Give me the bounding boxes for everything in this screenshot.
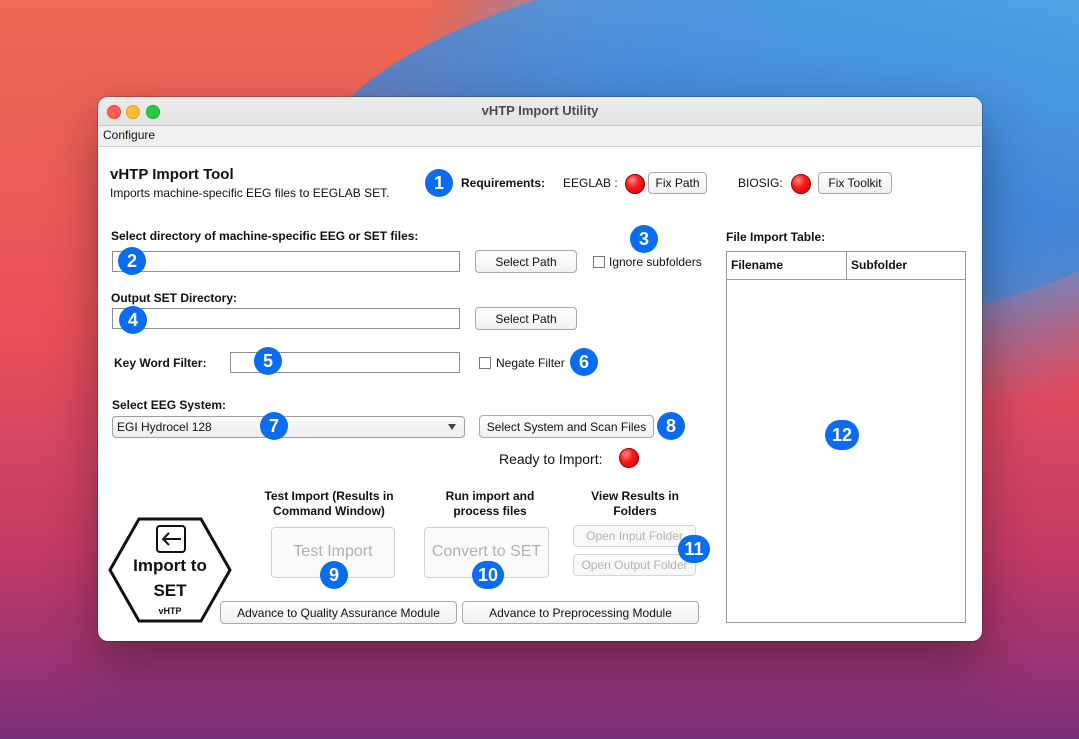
ready-status-indicator xyxy=(619,448,639,468)
negate-filter-label: Negate Filter xyxy=(496,356,565,370)
app-subtitle: Imports machine-specific EEG files to EE… xyxy=(110,186,390,200)
logo-line-2: SET xyxy=(153,581,187,600)
badge-9: 9 xyxy=(320,561,348,589)
output-dir-field[interactable] xyxy=(112,308,460,329)
test-import-header: Test Import (Results in Command Window) xyxy=(264,489,394,518)
advance-preprocessing-button[interactable]: Advance to Preprocessing Module xyxy=(462,601,699,624)
fix-toolkit-button[interactable]: Fix Toolkit xyxy=(818,172,892,194)
eeglab-label: EEGLAB : xyxy=(563,176,618,190)
badge-6: 6 xyxy=(570,348,598,376)
logo-line-1: Import to xyxy=(133,556,207,575)
badge-7: 7 xyxy=(260,412,288,440)
input-select-path-button[interactable]: Select Path xyxy=(475,250,577,273)
scan-files-button[interactable]: Select System and Scan Files xyxy=(479,415,654,438)
badge-8: 8 xyxy=(657,412,685,440)
badge-4: 4 xyxy=(119,306,147,334)
input-dir-field[interactable] xyxy=(112,251,460,272)
column-header-filename[interactable]: Filename xyxy=(727,252,847,279)
file-table-label: File Import Table: xyxy=(726,230,826,244)
ready-label: Ready to Import: xyxy=(499,451,603,467)
badge-1: 1 xyxy=(425,169,453,197)
table-header: Filename Subfolder xyxy=(727,252,965,280)
open-input-folder-button[interactable]: Open Input Folder xyxy=(573,525,696,547)
logo-line-3: vHTP xyxy=(158,606,182,616)
badge-2: 2 xyxy=(118,247,146,275)
view-results-header: View Results in Folders xyxy=(591,489,679,518)
eeg-system-selected: EGI Hydrocel 128 xyxy=(117,420,212,434)
title-bar: vHTP Import Utility xyxy=(98,97,982,126)
biosig-status-indicator xyxy=(791,174,811,194)
badge-12: 12 xyxy=(825,420,859,450)
open-output-folder-button[interactable]: Open Output Folder xyxy=(573,554,696,576)
eeglab-status-indicator xyxy=(625,174,645,194)
badge-5: 5 xyxy=(254,347,282,375)
biosig-label: BIOSIG: xyxy=(738,176,783,190)
menu-bar: Configure xyxy=(98,126,982,147)
input-dir-label: Select directory of machine-specific EEG… xyxy=(111,229,419,243)
import-to-set-logo: Import to SET vHTP xyxy=(107,516,233,624)
badge-3: 3 xyxy=(630,225,658,253)
badge-11: 11 xyxy=(678,535,710,563)
ignore-subfolders-checkbox[interactable] xyxy=(593,256,605,268)
column-header-subfolder[interactable]: Subfolder xyxy=(847,252,965,279)
fix-path-button[interactable]: Fix Path xyxy=(648,172,707,194)
chevron-down-icon xyxy=(448,424,456,430)
output-dir-label: Output SET Directory: xyxy=(111,291,238,305)
window-title: vHTP Import Utility xyxy=(481,103,599,118)
badge-10: 10 xyxy=(472,561,504,589)
negate-filter-checkbox[interactable] xyxy=(479,357,491,369)
eeg-system-label: Select EEG System: xyxy=(112,398,227,412)
keyword-filter-label: Key Word Filter: xyxy=(114,356,207,370)
output-select-path-button[interactable]: Select Path xyxy=(475,307,577,330)
advance-qa-button[interactable]: Advance to Quality Assurance Module xyxy=(220,601,457,624)
app-window: vHTP Import Utility Configure vHTP Impor… xyxy=(98,97,982,641)
menu-configure[interactable]: Configure xyxy=(103,128,155,142)
requirements-label: Requirements: xyxy=(461,176,546,190)
eeg-system-dropdown[interactable]: EGI Hydrocel 128 xyxy=(112,416,465,438)
app-title: vHTP Import Tool xyxy=(110,166,234,183)
run-import-header: Run import and process files xyxy=(445,489,535,518)
ignore-subfolders-label: Ignore subfolders xyxy=(609,255,702,269)
file-import-table[interactable]: Filename Subfolder 12 xyxy=(726,251,966,623)
